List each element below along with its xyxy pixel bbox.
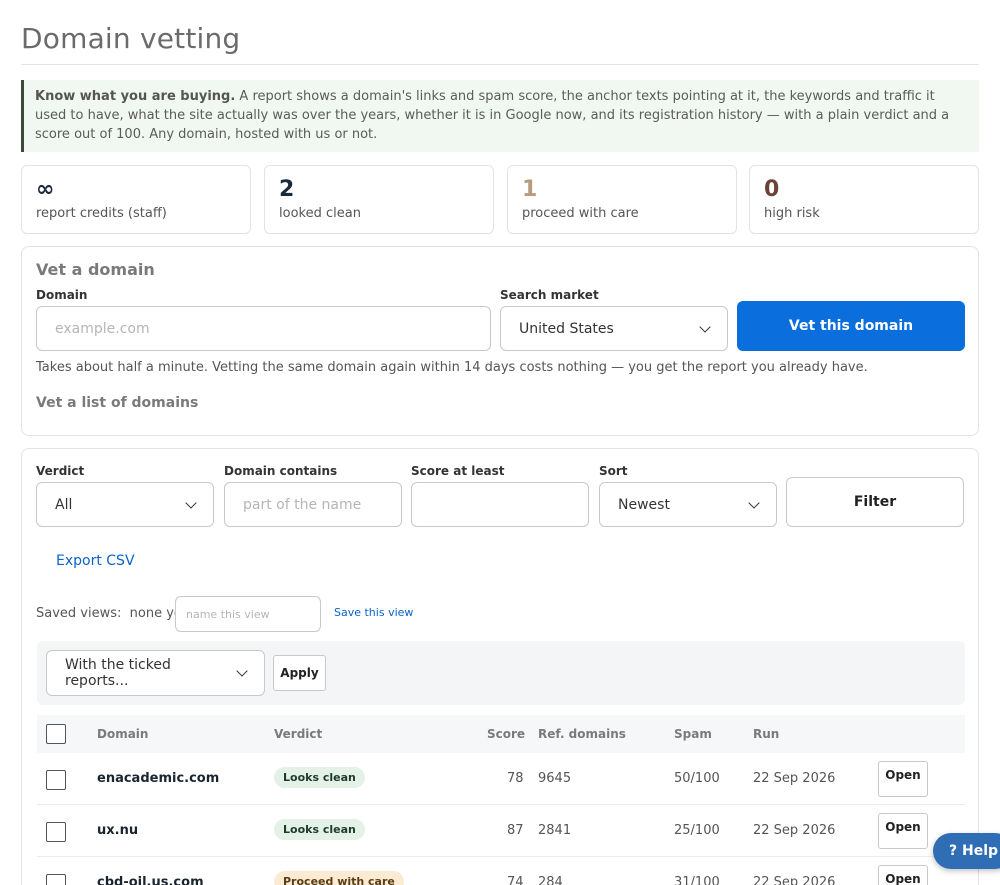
row-score: 74 xyxy=(507,875,524,885)
th-domain: Domain xyxy=(97,727,149,741)
page-title: Domain vetting xyxy=(21,22,241,55)
row-checkbox[interactable] xyxy=(46,822,66,842)
row-domain: enacademic.com xyxy=(97,771,220,786)
verdict-filter-value: All xyxy=(55,496,73,513)
apply-button[interactable]: Apply xyxy=(273,655,326,691)
row-spam: 50/100 xyxy=(674,771,720,786)
vet-domain-button[interactable]: Vet this domain xyxy=(737,301,965,351)
market-select[interactable]: United States xyxy=(500,306,728,351)
stat-value: 0 xyxy=(764,177,780,202)
row-score: 87 xyxy=(507,823,524,838)
vet-heading: Vet a domain xyxy=(36,260,155,279)
reports-card: Verdict All Domain contains Score at lea… xyxy=(21,448,979,885)
table-row: enacademic.com Looks clean 78 9645 50/10… xyxy=(37,753,965,805)
stat-label: looked clean xyxy=(279,206,361,221)
th-ref-domains: Ref. domains xyxy=(538,727,626,741)
table-row: cbd-oil.us.com Proceed with care 74 284 … xyxy=(37,857,965,885)
score-filter-label: Score at least xyxy=(411,464,505,478)
table-header: Domain Verdict Score Ref. domains Spam R… xyxy=(37,715,965,753)
stat-value: ∞ xyxy=(36,177,55,202)
vet-list-link[interactable]: Vet a list of domains xyxy=(36,395,198,411)
open-report-button[interactable]: Open xyxy=(878,865,928,885)
vet-hint: Takes about half a minute. Vetting the s… xyxy=(36,360,868,375)
row-score: 78 xyxy=(507,771,524,786)
row-ref-domains: 9645 xyxy=(538,771,572,786)
market-value: United States xyxy=(519,320,614,337)
row-ref-domains: 284 xyxy=(538,875,563,885)
verdict-filter-select[interactable]: All xyxy=(36,482,214,527)
row-ref-domains: 2841 xyxy=(538,823,572,838)
th-score: Score xyxy=(487,727,526,741)
score-filter-input[interactable] xyxy=(411,482,589,527)
help-button[interactable]: ? Help xyxy=(933,833,1000,869)
verdict-badge: Looks clean xyxy=(274,767,365,788)
domain-input[interactable] xyxy=(36,306,491,351)
title-divider xyxy=(21,64,979,65)
row-checkbox[interactable] xyxy=(46,770,66,790)
chevron-down-icon xyxy=(699,320,711,333)
vet-domain-card: Vet a domain Domain Search market United… xyxy=(21,246,979,436)
row-run: 22 Sep 2026 xyxy=(753,875,836,885)
stat-label: report credits (staff) xyxy=(36,206,167,221)
bulk-action-select[interactable]: With the ticked reports... xyxy=(46,650,265,696)
row-domain: cbd-oil.us.com xyxy=(97,875,204,885)
intro-callout: Know what you are buying. A report shows… xyxy=(21,80,979,152)
verdict-badge: Looks clean xyxy=(274,819,365,840)
sort-select[interactable]: Newest xyxy=(599,482,777,527)
open-report-button[interactable]: Open xyxy=(878,813,928,849)
export-csv-link[interactable]: Export CSV xyxy=(56,553,135,569)
table-row: ux.nu Looks clean 87 2841 25/100 22 Sep … xyxy=(37,805,965,857)
row-domain: ux.nu xyxy=(97,823,139,838)
row-spam: 25/100 xyxy=(674,823,720,838)
contains-filter-label: Domain contains xyxy=(224,464,338,478)
view-name-input[interactable] xyxy=(175,596,321,632)
verdict-badge: Proceed with care xyxy=(274,871,404,885)
stat-looked-clean: 2 looked clean xyxy=(264,165,494,234)
row-run: 22 Sep 2026 xyxy=(753,823,836,838)
saved-views-label: Saved views: none yet xyxy=(36,606,188,621)
contains-filter-input[interactable] xyxy=(224,482,402,527)
row-spam: 31/100 xyxy=(674,875,720,885)
th-run: Run xyxy=(753,727,780,741)
th-spam: Spam xyxy=(674,727,712,741)
stat-value: 1 xyxy=(522,177,538,202)
stat-value: 2 xyxy=(279,177,295,202)
sort-value: Newest xyxy=(618,496,670,513)
bulk-action-value: With the ticked reports... xyxy=(65,657,171,689)
row-checkbox[interactable] xyxy=(46,874,66,885)
domain-label: Domain xyxy=(36,288,88,302)
open-report-button[interactable]: Open xyxy=(878,761,928,797)
stat-proceed-with-care: 1 proceed with care xyxy=(507,165,737,234)
chevron-down-icon xyxy=(236,665,248,677)
chevron-down-icon xyxy=(185,496,197,509)
select-all-checkbox[interactable] xyxy=(46,724,66,744)
row-run: 22 Sep 2026 xyxy=(753,771,836,786)
stat-label: proceed with care xyxy=(522,206,639,221)
stat-label: high risk xyxy=(764,206,820,221)
save-view-link[interactable]: Save this view xyxy=(334,606,413,619)
stat-report-credits: ∞ report credits (staff) xyxy=(21,165,251,234)
filter-button[interactable]: Filter xyxy=(786,477,964,527)
th-verdict: Verdict xyxy=(274,727,323,741)
chevron-down-icon xyxy=(748,496,760,509)
market-label: Search market xyxy=(500,288,599,302)
bulk-actions-bar: With the ticked reports... Apply xyxy=(37,641,965,705)
stat-high-risk: 0 high risk xyxy=(749,165,979,234)
sort-label: Sort xyxy=(599,464,628,478)
intro-lead: Know what you are buying. xyxy=(35,89,236,104)
verdict-filter-label: Verdict xyxy=(36,464,85,478)
